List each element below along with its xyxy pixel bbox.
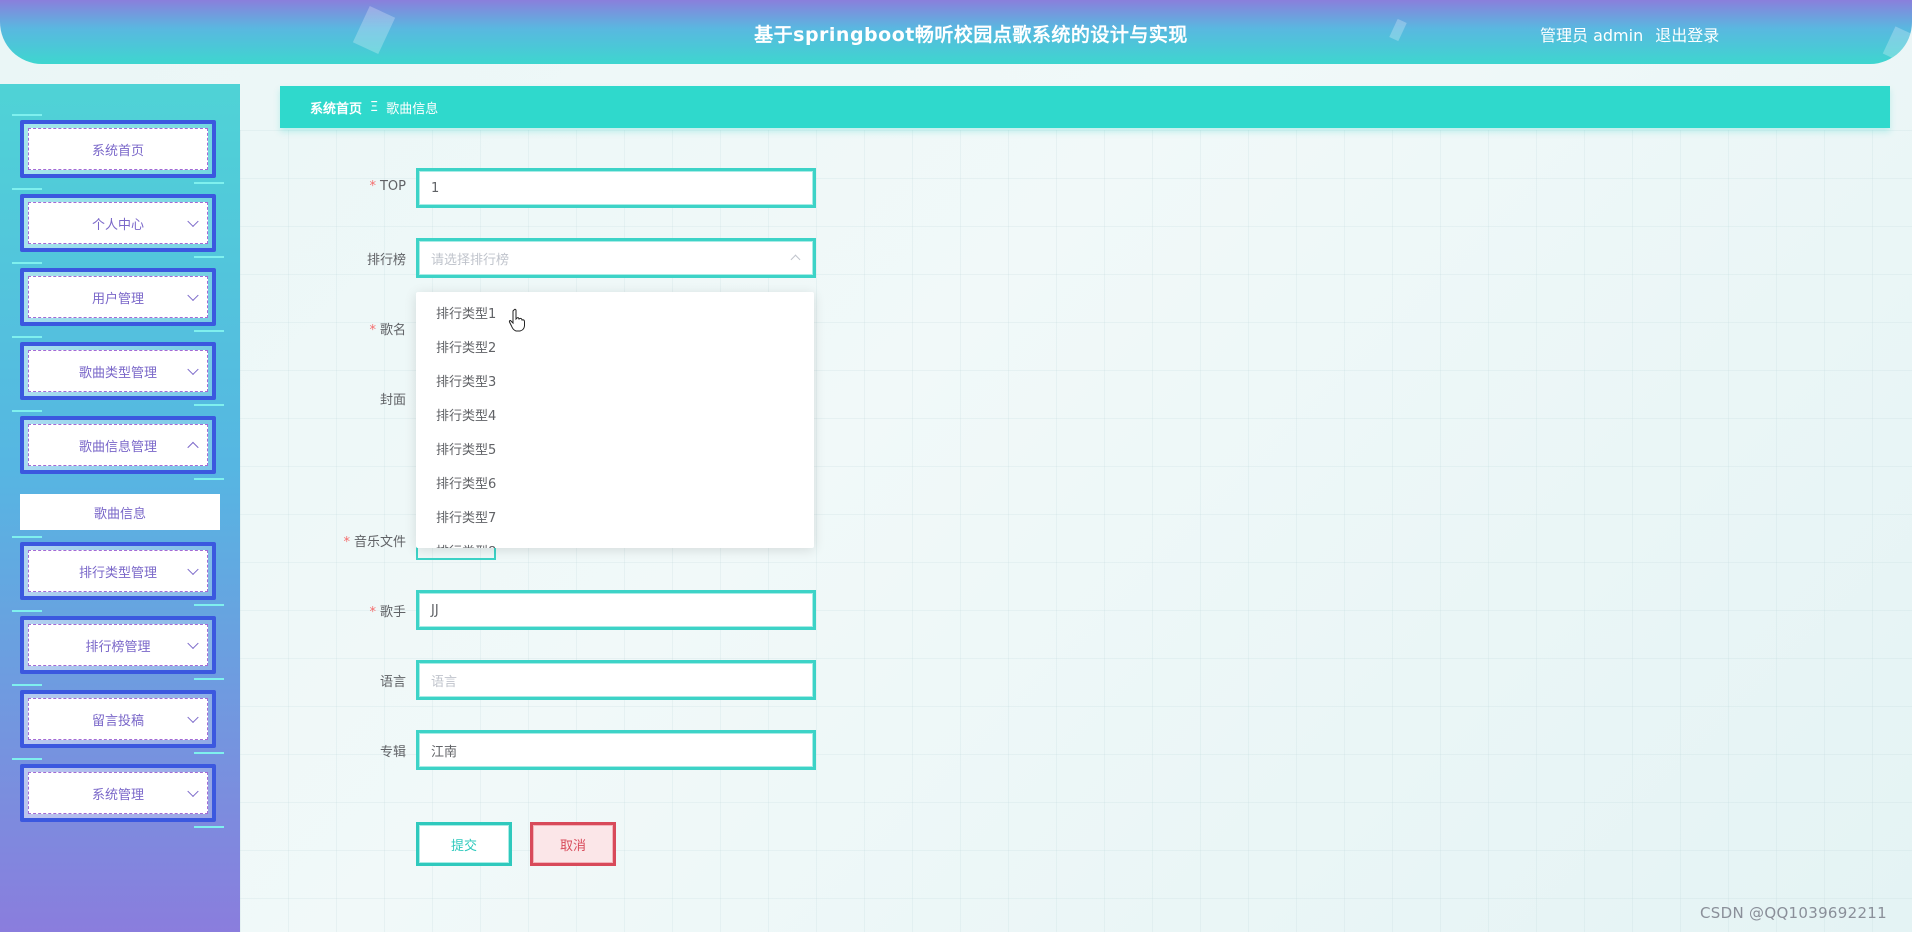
menu-inner: 排行类型管理 <box>28 550 208 592</box>
breadcrumb-current: 歌曲信息 <box>386 101 439 117</box>
sidebar-item-ranking-management[interactable]: 排行榜管理 <box>12 610 224 680</box>
form-row-top: * TOP 1 <box>330 168 830 210</box>
breadcrumb-separator: Ξ <box>370 99 379 115</box>
sidebar-item-label: 歌曲信息管理 <box>78 439 157 455</box>
chevron-down-icon <box>187 711 199 724</box>
dropdown-option[interactable]: 排行类型5 <box>416 434 814 468</box>
sidebar-item-song-info-management[interactable]: 歌曲信息管理 <box>12 410 224 480</box>
sidebar-item-label: 个人中心 <box>91 217 144 233</box>
menu-inner: 个人中心 <box>28 202 208 244</box>
sidebar-item-user-management[interactable]: 用户管理 <box>12 262 224 332</box>
chevron-up-icon <box>790 254 801 265</box>
ranking-dropdown: 排行类型1 排行类型2 排行类型3 排行类型4 排行类型5 排行类型6 排行类型… <box>416 292 814 548</box>
dropdown-option[interactable]: 排行类型2 <box>416 332 814 366</box>
sidebar-item-label: 留言投稿 <box>91 713 144 729</box>
sidebar-item-label: 排行类型管理 <box>78 565 157 581</box>
ranking-placeholder: 请选择排行榜 <box>431 252 510 268</box>
sidebar-item-song-type-management[interactable]: 歌曲类型管理 <box>12 336 224 406</box>
sidebar-subitem-song-info[interactable]: 歌曲信息 <box>20 494 220 530</box>
user-role: 管理员 admin <box>1540 26 1644 45</box>
menu-inner: 歌曲类型管理 <box>28 350 208 392</box>
logout-link[interactable]: 退出登录 <box>1655 26 1719 45</box>
sidebar-item-system-management[interactable]: 系统管理 <box>12 758 224 828</box>
menu-inner: 系统首页 <box>28 128 208 170</box>
cancel-button[interactable]: 取消 <box>530 822 616 866</box>
form-row-language: 语言 语言 <box>330 660 830 702</box>
menu-inner: 歌曲信息管理 <box>28 424 208 466</box>
watermark: CSDN @QQ1039692211 <box>1700 904 1887 922</box>
dropdown-option[interactable]: 排行类型6 <box>416 468 814 502</box>
chevron-down-icon <box>187 637 199 650</box>
album-input[interactable]: 江南 <box>416 730 816 770</box>
singer-label: * 歌手 <box>369 605 406 620</box>
hand-pointer-icon <box>508 308 525 332</box>
singer-input[interactable]: JJ <box>416 590 816 630</box>
chevron-down-icon <box>187 785 199 798</box>
top-header: 基于springboot畅听校园点歌系统的设计与实现 管理员 admin 退出登录 <box>0 0 1912 64</box>
chevron-down-icon <box>187 289 199 302</box>
sidebar-item-personal-center[interactable]: 个人中心 <box>12 188 224 258</box>
breadcrumb: 系统首页 Ξ 歌曲信息 <box>280 86 1890 128</box>
top-label: * TOP <box>369 179 406 194</box>
form-row-album: 专辑 江南 <box>330 730 830 772</box>
dropdown-option[interactable]: 排行类型3 <box>416 366 814 400</box>
dropdown-option[interactable]: 排行类型1 <box>416 298 814 332</box>
sidebar-item-label: 系统管理 <box>91 787 144 803</box>
dropdown-option[interactable]: 排行类型8 <box>416 536 814 548</box>
language-input[interactable]: 语言 <box>416 660 816 700</box>
dropdown-option[interactable]: 排行类型4 <box>416 400 814 434</box>
sidebar-item-label: 排行榜管理 <box>85 639 151 655</box>
cover-label: 封面 <box>379 393 406 408</box>
language-label: 语言 <box>379 675 406 690</box>
sidebar-item-home[interactable]: 系统首页 <box>12 114 224 184</box>
top-input[interactable]: 1 <box>416 168 816 208</box>
chevron-down-icon <box>187 363 199 376</box>
album-label: 专辑 <box>379 745 406 760</box>
chevron-down-icon <box>187 563 199 576</box>
user-area: 管理员 admin 退出登录 <box>1540 22 1731 46</box>
submit-button[interactable]: 提交 <box>416 822 512 866</box>
breadcrumb-home[interactable]: 系统首页 <box>310 98 362 117</box>
sidebar-item-label: 歌曲类型管理 <box>78 365 157 381</box>
menu-inner: 系统管理 <box>28 772 208 814</box>
dropdown-option[interactable]: 排行类型7 <box>416 502 814 536</box>
sidebar-item-label: 系统首页 <box>91 143 144 159</box>
chevron-up-icon <box>187 441 199 454</box>
menu-inner: 用户管理 <box>28 276 208 318</box>
menu-inner: 留言投稿 <box>28 698 208 740</box>
sidebar-item-ranking-type-management[interactable]: 排行类型管理 <box>12 536 224 606</box>
sidebar-item-label: 用户管理 <box>91 291 144 307</box>
ranking-select[interactable]: 请选择排行榜 <box>416 238 816 278</box>
form-row-ranking: 排行榜 请选择排行榜 <box>330 238 830 280</box>
music-file-label: * 音乐文件 <box>343 535 406 550</box>
form-row-singer: * 歌手 JJ <box>330 590 830 632</box>
ranking-label: 排行榜 <box>366 253 406 268</box>
sidebar-item-messages[interactable]: 留言投稿 <box>12 684 224 754</box>
chevron-down-icon <box>187 215 199 228</box>
song-name-label: * 歌名 <box>369 323 406 338</box>
menu-inner: 排行榜管理 <box>28 624 208 666</box>
